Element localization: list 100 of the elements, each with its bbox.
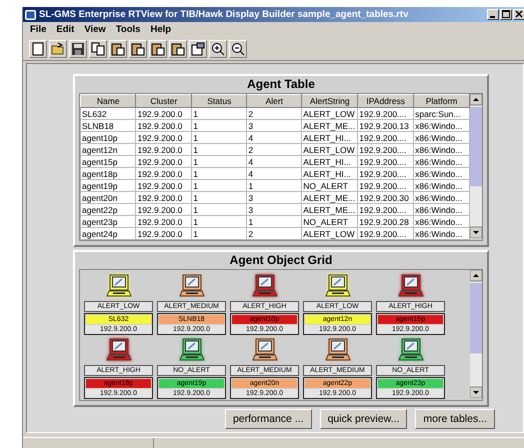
monitor-icon — [178, 273, 204, 299]
table-cell: ALERT_LOW — [302, 144, 358, 156]
properties-button[interactable] — [189, 40, 207, 58]
table-cell: ALERT_ME... — [302, 120, 358, 132]
table-cell: agent12n — [80, 144, 136, 156]
scrollbar[interactable] — [470, 94, 482, 238]
table-cell: 192.9.200.... — [358, 228, 414, 240]
table-cell: ALERT_LOW — [302, 108, 358, 120]
table-cell: 192.9.200.28 — [358, 216, 414, 228]
table-cell: NO_ALERT — [302, 180, 358, 192]
table-cell: 192.9.200.0 — [136, 144, 192, 156]
table-cell: x86:Windo... — [414, 204, 470, 216]
table-cell: x86:Windo... — [414, 228, 470, 240]
copy-button[interactable] — [89, 40, 107, 58]
maximize-button[interactable] — [500, 9, 512, 20]
table-cell: 1 — [192, 204, 247, 216]
maximize-icon — [502, 10, 510, 18]
table-cell: x86:Windo... — [414, 192, 470, 204]
column-header[interactable]: Name — [80, 94, 136, 108]
table-cell: 1 — [192, 108, 247, 120]
table-cell: x86:Windo... — [414, 120, 470, 132]
table-cell: 192.9.200.... — [358, 132, 414, 144]
table-cell: 192.9.200.13 — [358, 120, 414, 132]
minimize-button[interactable] — [487, 9, 499, 20]
table-cell: x86:Windo... — [414, 132, 470, 144]
open-button[interactable] — [49, 40, 67, 58]
table-cell: 1 — [192, 120, 247, 132]
table-cell: sparc:Sun... — [414, 108, 470, 120]
table-cell: 192.9.200.0 — [136, 132, 192, 144]
column-header[interactable]: Cluster — [136, 94, 192, 108]
table-cell: 192.9.200.0 — [136, 156, 192, 168]
monitor-icon — [398, 336, 424, 362]
menu-item[interactable]: Edit — [51, 24, 80, 35]
table-cell: agent24p — [80, 228, 136, 240]
table-cell: agent10p — [80, 132, 136, 144]
monitor-icon — [324, 336, 350, 362]
menu-item[interactable]: File — [25, 24, 52, 35]
save-button[interactable] — [69, 40, 87, 58]
table-cell: agent22p — [80, 204, 136, 216]
app-icon — [25, 10, 36, 20]
zoom-out-button[interactable] — [229, 40, 247, 58]
panel-title: Agent Object Grid — [228, 252, 334, 269]
menu-item[interactable]: Tools — [110, 24, 146, 35]
table-cell: agent15p — [80, 156, 136, 168]
table-cell: agent19p — [80, 180, 136, 192]
paste-button[interactable] — [129, 40, 147, 58]
table-cell: 4 — [246, 168, 302, 180]
table-cell: 192.9.200.0 — [136, 192, 192, 204]
table-cell: 2 — [246, 108, 302, 120]
table-cell: 2 — [246, 144, 302, 156]
paste-button[interactable] — [149, 40, 167, 58]
table-cell: agent20n — [80, 192, 136, 204]
table-cell: x86:Windo... — [414, 216, 470, 228]
table-cell: 4 — [246, 156, 302, 168]
table-cell: 1 — [192, 216, 247, 228]
monitor-icon — [252, 273, 278, 299]
scrollbar[interactable] — [470, 270, 482, 398]
monitor-icon — [178, 336, 204, 362]
menu-item[interactable]: Help — [145, 24, 176, 35]
table-cell: 1 — [246, 216, 302, 228]
table-cell: 192.9.200.0 — [136, 216, 192, 228]
close-button[interactable] — [513, 9, 524, 20]
zoom-in-button[interactable] — [209, 40, 227, 58]
table-cell: ALERT_HI... — [302, 168, 358, 180]
menu-item[interactable]: View — [79, 24, 111, 35]
table-cell: SLNB18 — [80, 120, 136, 132]
column-header[interactable]: IPAddress — [358, 94, 414, 108]
column-header[interactable]: Alert — [246, 94, 302, 108]
table-cell: 2 — [246, 228, 302, 240]
table-cell: 192.9.200.30 — [358, 192, 414, 204]
column-header[interactable]: Status — [192, 94, 247, 108]
paste-button[interactable] — [169, 40, 187, 58]
table-cell: 192.9.200.0 — [136, 228, 192, 240]
table-cell: 4 — [246, 132, 302, 144]
table-cell: 192.9.200.... — [358, 108, 414, 120]
table-cell: agent23p — [80, 216, 136, 228]
table-cell: ALERT_ME... — [302, 204, 358, 216]
close-icon — [515, 10, 523, 18]
action-button[interactable]: more tables... — [415, 409, 495, 429]
table-cell: 192.9.200.0 — [136, 108, 192, 120]
new-button[interactable] — [29, 40, 47, 58]
table-cell: ALERT_LOW — [302, 228, 358, 240]
action-button[interactable]: quick preview... — [320, 409, 408, 429]
table-cell: agent18p — [80, 168, 136, 180]
column-header[interactable]: AlertString — [302, 94, 358, 108]
monitor-icon — [324, 273, 350, 299]
table-cell: 192.9.200.0 — [136, 168, 192, 180]
table-cell: 1 — [192, 132, 247, 144]
table-cell: 1 — [192, 228, 247, 240]
table-cell: 192.9.200.0 — [136, 204, 192, 216]
table-cell: ALERT_ME... — [302, 192, 358, 204]
panel-title: Agent Table — [246, 76, 316, 93]
table-cell: ALERT_HI... — [302, 156, 358, 168]
table-cell: 3 — [246, 204, 302, 216]
table-cell: 1 — [192, 180, 247, 192]
table-cell: 192.9.200.... — [358, 204, 414, 216]
action-button[interactable]: performance ... — [224, 409, 312, 429]
paste-button[interactable] — [109, 40, 127, 58]
table-cell: 192.9.200.... — [358, 156, 414, 168]
table-cell: 1 — [246, 180, 302, 192]
